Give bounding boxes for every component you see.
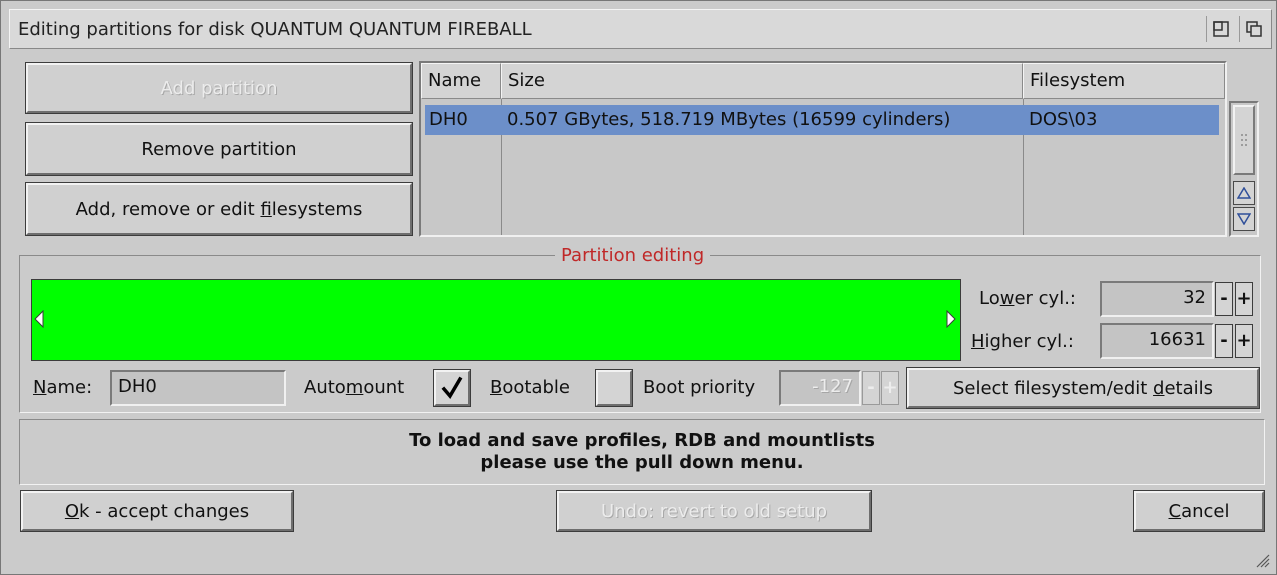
edit-filesystems-label: Add, remove or edit filesystems	[75, 198, 363, 220]
resize-grip-icon[interactable]	[1254, 552, 1270, 568]
boot-priority-increment-button[interactable]: +	[881, 371, 899, 405]
iconify-icon[interactable]	[1206, 16, 1234, 42]
partition-range-bar[interactable]	[31, 279, 961, 361]
automount-label: Automount	[304, 377, 405, 398]
cancel-button[interactable]: Cancel	[1133, 490, 1265, 532]
info-line-2: please use the pull down menu.	[480, 452, 804, 473]
name-input[interactable]: DH0	[110, 370, 286, 406]
ok-label: Ok - accept changes	[64, 500, 250, 522]
partition-list[interactable]: Name Size Filesystem DH0 0.507 GBytes, 5…	[419, 61, 1227, 237]
depth-icon[interactable]	[1239, 16, 1267, 42]
automount-checkbox[interactable]	[433, 369, 471, 407]
name-label: Name:	[33, 377, 93, 398]
list-scrollbar[interactable]	[1229, 101, 1259, 237]
title-bar[interactable]: Editing partitions for disk QUANTUM QUAN…	[9, 9, 1272, 49]
cancel-label: Cancel	[1168, 500, 1230, 522]
add-partition-label: Add partition	[160, 77, 278, 99]
bootable-label: Bootable	[490, 377, 570, 398]
left-handle-icon[interactable]	[34, 310, 44, 328]
window-title: Editing partitions for disk QUANTUM QUAN…	[18, 19, 532, 40]
row-name-cell: DH0	[429, 109, 468, 130]
lower-cyl-input[interactable]: 32	[1100, 281, 1214, 317]
ok-button[interactable]: Ok - accept changes	[20, 490, 294, 532]
higher-cyl-decrement-button[interactable]: -	[1215, 324, 1233, 358]
scroll-up-icon[interactable]	[1233, 181, 1255, 205]
lower-cyl-label: Lower cyl.:	[979, 288, 1077, 309]
undo-button[interactable]: Undo: revert to old setup	[556, 490, 872, 532]
lower-cyl-decrement-button[interactable]: -	[1215, 282, 1233, 316]
partition-editing-title: Partition editing	[555, 245, 711, 266]
right-handle-icon[interactable]	[946, 310, 956, 328]
edit-filesystems-button[interactable]: Add, remove or edit filesystems	[25, 182, 413, 236]
remove-partition-button[interactable]: Remove partition	[25, 122, 413, 176]
higher-cyl-input[interactable]: 16631	[1100, 323, 1214, 359]
boot-priority-label: Boot priority	[643, 377, 756, 398]
scrollbar-knob[interactable]	[1233, 105, 1255, 175]
column-header-filesystem[interactable]: Filesystem	[1023, 63, 1225, 99]
boot-priority-input[interactable]: -127	[779, 370, 861, 406]
add-partition-button[interactable]: Add partition	[25, 62, 413, 114]
checkmark-icon	[441, 376, 463, 399]
row-size-cell: 0.507 GBytes, 518.719 MBytes (16599 cyli…	[507, 109, 951, 130]
select-filesystem-button[interactable]: Select filesystem/edit details	[906, 367, 1260, 409]
row-filesystem-cell: DOS\03	[1029, 109, 1098, 130]
bootable-checkbox[interactable]	[595, 369, 633, 407]
undo-label: Undo: revert to old setup	[600, 500, 828, 522]
boot-priority-decrement-button[interactable]: -	[862, 371, 880, 405]
remove-partition-label: Remove partition	[141, 138, 297, 160]
column-header-name[interactable]: Name	[421, 63, 501, 99]
lower-cyl-increment-button[interactable]: +	[1235, 282, 1253, 316]
partition-editor-window: Editing partitions for disk QUANTUM QUAN…	[0, 0, 1277, 575]
higher-cyl-label: Higher cyl.:	[971, 331, 1074, 352]
higher-cyl-increment-button[interactable]: +	[1235, 324, 1253, 358]
scroll-down-icon[interactable]	[1233, 207, 1255, 231]
select-filesystem-label: Select filesystem/edit details	[952, 377, 1214, 399]
info-line-1: To load and save profiles, RDB and mount…	[409, 430, 875, 451]
column-header-size[interactable]: Size	[501, 63, 1023, 99]
info-panel: To load and save profiles, RDB and mount…	[19, 419, 1265, 485]
